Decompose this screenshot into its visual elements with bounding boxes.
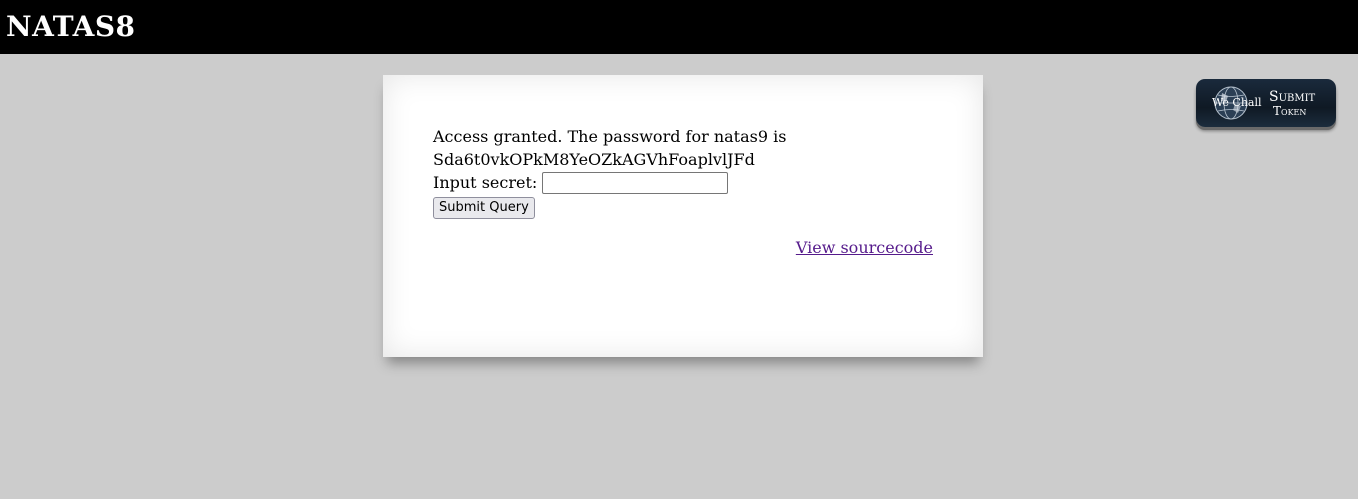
header-bar: NATAS8 [0,0,1358,54]
token-label: Token [1273,104,1307,118]
page-title: NATAS8 [6,10,136,43]
access-message: Access granted. The password for natas9 … [433,127,787,146]
secret-row: Input secret: [433,171,933,194]
view-sourcecode-link[interactable]: View sourcecode [796,236,933,259]
wechall-brand: We Chall [1212,96,1262,109]
submit-label: Submit [1269,89,1316,105]
content-panel: Access granted. The password for natas9 … [383,75,983,357]
secret-input[interactable] [542,171,729,194]
submit-query-button[interactable]: Submit Query [433,197,535,219]
wechall-submit-token-button[interactable]: We Chall Submit Token [1196,79,1336,127]
secret-form: Input secret: Submit Query [433,171,933,219]
secret-label: Input secret: [433,173,538,192]
password-text: Sda6t0vkOPkM8YeOZkAGVhFoaplvlJFd [433,150,755,169]
